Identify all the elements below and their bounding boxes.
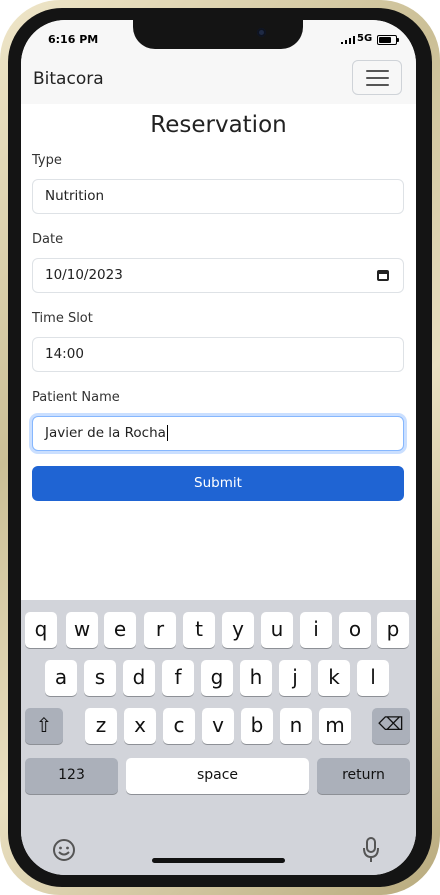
key-a[interactable]: a	[45, 660, 77, 696]
home-indicator[interactable]	[152, 858, 285, 863]
key-m[interactable]: m	[319, 708, 351, 744]
hamburger-icon	[366, 70, 389, 72]
key-b[interactable]: b	[241, 708, 273, 744]
space-key[interactable]: space	[126, 758, 309, 794]
key-s[interactable]: s	[84, 660, 116, 696]
calendar-icon[interactable]	[377, 270, 389, 281]
backspace-key[interactable]: ⌫	[372, 708, 410, 744]
type-label: Type	[32, 153, 62, 168]
submit-button[interactable]: Submit	[32, 466, 404, 501]
patient-name-input[interactable]: Javier de la Rocha	[32, 416, 404, 451]
phone-screen: 6:16 PM 5G Bitacora Reservation Type Nut…	[21, 20, 416, 875]
patient-name-value: Javier de la Rocha	[45, 425, 166, 441]
key-g[interactable]: g	[201, 660, 233, 696]
brand-link[interactable]: Bitacora	[33, 69, 104, 89]
type-value: Nutrition	[45, 188, 105, 204]
onscreen-keyboard: q w e r t y u i o p a s d f g h j k l ⇧ …	[21, 600, 416, 875]
patient-name-label: Patient Name	[32, 390, 120, 405]
type-field[interactable]: Nutrition	[32, 179, 404, 214]
key-l[interactable]: l	[357, 660, 389, 696]
key-w[interactable]: w	[66, 612, 98, 648]
key-r[interactable]: r	[144, 612, 176, 648]
date-label: Date	[32, 232, 64, 247]
return-key[interactable]: return	[317, 758, 410, 794]
key-x[interactable]: x	[124, 708, 156, 744]
key-u[interactable]: u	[261, 612, 293, 648]
key-n[interactable]: n	[280, 708, 312, 744]
numbers-key[interactable]: 123	[25, 758, 118, 794]
key-p[interactable]: p	[377, 612, 409, 648]
time-slot-field[interactable]: 14:00	[32, 337, 404, 372]
date-value: 10/10/2023	[45, 267, 123, 283]
emoji-icon[interactable]	[52, 838, 76, 862]
key-c[interactable]: c	[163, 708, 195, 744]
key-d[interactable]: d	[123, 660, 155, 696]
status-time: 6:16 PM	[48, 33, 99, 46]
network-label: 5G	[357, 33, 373, 44]
navbar: Bitacora	[21, 60, 416, 104]
battery-icon	[377, 35, 399, 45]
key-i[interactable]: i	[300, 612, 332, 648]
key-f[interactable]: f	[162, 660, 194, 696]
key-j[interactable]: j	[279, 660, 311, 696]
text-caret	[166, 425, 168, 441]
page-title: Reservation	[150, 112, 287, 138]
key-o[interactable]: o	[339, 612, 371, 648]
key-q[interactable]: q	[25, 612, 57, 648]
notch	[133, 20, 303, 49]
time-slot-value: 14:00	[45, 346, 84, 362]
date-field[interactable]: 10/10/2023	[32, 258, 404, 293]
shift-key[interactable]: ⇧	[25, 708, 63, 744]
key-y[interactable]: y	[222, 612, 254, 648]
mic-icon[interactable]	[361, 836, 381, 864]
key-e[interactable]: e	[104, 612, 136, 648]
menu-toggle-button[interactable]	[352, 60, 402, 95]
camera-icon	[257, 28, 266, 37]
signal-icon	[341, 36, 355, 44]
key-z[interactable]: z	[85, 708, 117, 744]
key-k[interactable]: k	[318, 660, 350, 696]
key-v[interactable]: v	[202, 708, 234, 744]
time-slot-label: Time Slot	[32, 311, 93, 326]
key-h[interactable]: h	[240, 660, 272, 696]
key-t[interactable]: t	[183, 612, 215, 648]
